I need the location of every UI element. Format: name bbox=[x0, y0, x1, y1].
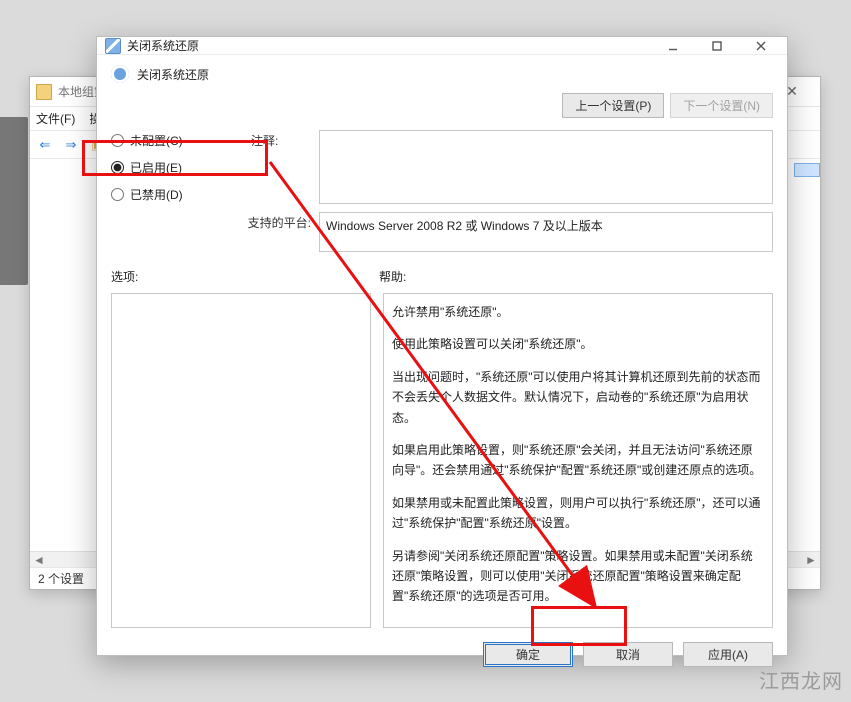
state-radio-group: 未配置(C) 已启用(E) 已禁用(D) bbox=[111, 130, 241, 203]
dlg-body: 关闭系统还原 上一个设置(P) 下一个设置(N) 未配置(C) 已启用(E) 已… bbox=[97, 55, 787, 679]
platform-label: 支持的平台: bbox=[221, 212, 311, 231]
dlg-window-title: 关闭系统还原 bbox=[127, 37, 651, 54]
radio-enabled[interactable]: 已启用(E) bbox=[111, 159, 241, 176]
dlg-app-icon bbox=[105, 38, 121, 54]
back-icon[interactable] bbox=[34, 134, 56, 156]
config-row-platform: 支持的平台: Windows Server 2008 R2 或 Windows … bbox=[111, 212, 773, 252]
dlg-header: 关闭系统还原 bbox=[111, 65, 773, 83]
cancel-button[interactable]: 取消 bbox=[583, 642, 673, 667]
radio-enabled-input[interactable] bbox=[111, 161, 124, 174]
minimize-button[interactable] bbox=[651, 37, 695, 54]
dlg-footer: 确定 取消 应用(A) bbox=[111, 636, 773, 667]
help-p5: 另请参阅"关闭系统还原配置"策略设置。如果禁用或未配置"关闭系统还原"策略设置，… bbox=[392, 546, 764, 607]
scroll-left-icon[interactable]: ◄ bbox=[32, 553, 46, 567]
radio-enabled-label: 已启用(E) bbox=[130, 159, 182, 176]
options-panel[interactable] bbox=[111, 293, 371, 628]
radio-unconfigured-label: 未配置(C) bbox=[130, 132, 183, 149]
radio-disabled[interactable]: 已禁用(D) bbox=[111, 186, 241, 203]
previous-setting-button[interactable]: 上一个设置(P) bbox=[562, 93, 664, 118]
forward-icon[interactable] bbox=[60, 134, 82, 156]
dlg-nav: 上一个设置(P) 下一个设置(N) bbox=[111, 91, 773, 122]
radio-disabled-input[interactable] bbox=[111, 188, 124, 201]
comment-label: 注释: bbox=[251, 130, 309, 149]
comment-textarea[interactable] bbox=[319, 130, 773, 204]
section-headers: 选项: 帮助: bbox=[111, 268, 773, 285]
config-row-comment: 未配置(C) 已启用(E) 已禁用(D) 注释: bbox=[111, 130, 773, 204]
help-p0: 允许禁用"系统还原"。 bbox=[392, 302, 764, 322]
bg-selected-row-hint bbox=[794, 163, 820, 177]
help-p2: 当出现问题时，"系统还原"可以使用户将其计算机还原到先前的状态而不会丢失个人数据… bbox=[392, 367, 764, 428]
maximize-button[interactable] bbox=[695, 37, 739, 54]
supported-platform-text: Windows Server 2008 R2 或 Windows 7 及以上版本 bbox=[326, 219, 603, 233]
policy-settings-dialog: 关闭系统还原 关闭系统还原 上一个设置(P) 下一个设置(N) 未配置(C) bbox=[96, 36, 788, 656]
dlg-header-title: 关闭系统还原 bbox=[137, 66, 209, 83]
gear-icon bbox=[111, 65, 129, 83]
radio-disabled-label: 已禁用(D) bbox=[130, 186, 183, 203]
close-button[interactable] bbox=[739, 37, 783, 54]
help-p4: 如果禁用或未配置此策略设置，则用户可以执行"系统还原"，还可以通过"系统保护"配… bbox=[392, 493, 764, 534]
desktop-hint bbox=[0, 117, 28, 285]
next-setting-button: 下一个设置(N) bbox=[670, 93, 773, 118]
options-label: 选项: bbox=[111, 268, 379, 285]
radio-unconfigured-input[interactable] bbox=[111, 134, 124, 147]
bg-app-icon bbox=[36, 84, 52, 100]
scroll-right-icon[interactable]: ► bbox=[804, 553, 818, 567]
ok-button[interactable]: 确定 bbox=[483, 642, 573, 667]
help-label: 帮助: bbox=[379, 268, 773, 285]
radio-unconfigured[interactable]: 未配置(C) bbox=[111, 132, 241, 149]
apply-button[interactable]: 应用(A) bbox=[683, 642, 773, 667]
bg-status-text: 2 个设置 bbox=[38, 570, 84, 587]
menu-file[interactable]: 文件(F) bbox=[36, 110, 75, 127]
dlg-titlebar[interactable]: 关闭系统还原 bbox=[97, 37, 787, 55]
help-panel[interactable]: 允许禁用"系统还原"。 使用此策略设置可以关闭"系统还原"。 当出现问题时，"系… bbox=[383, 293, 773, 628]
help-p1: 使用此策略设置可以关闭"系统还原"。 bbox=[392, 334, 764, 354]
help-p3: 如果启用此策略设置，则"系统还原"会关闭，并且无法访问"系统还原向导"。还会禁用… bbox=[392, 440, 764, 481]
supported-platform-box: Windows Server 2008 R2 或 Windows 7 及以上版本 bbox=[319, 212, 773, 252]
panels: 允许禁用"系统还原"。 使用此策略设置可以关闭"系统还原"。 当出现问题时，"系… bbox=[111, 293, 773, 628]
